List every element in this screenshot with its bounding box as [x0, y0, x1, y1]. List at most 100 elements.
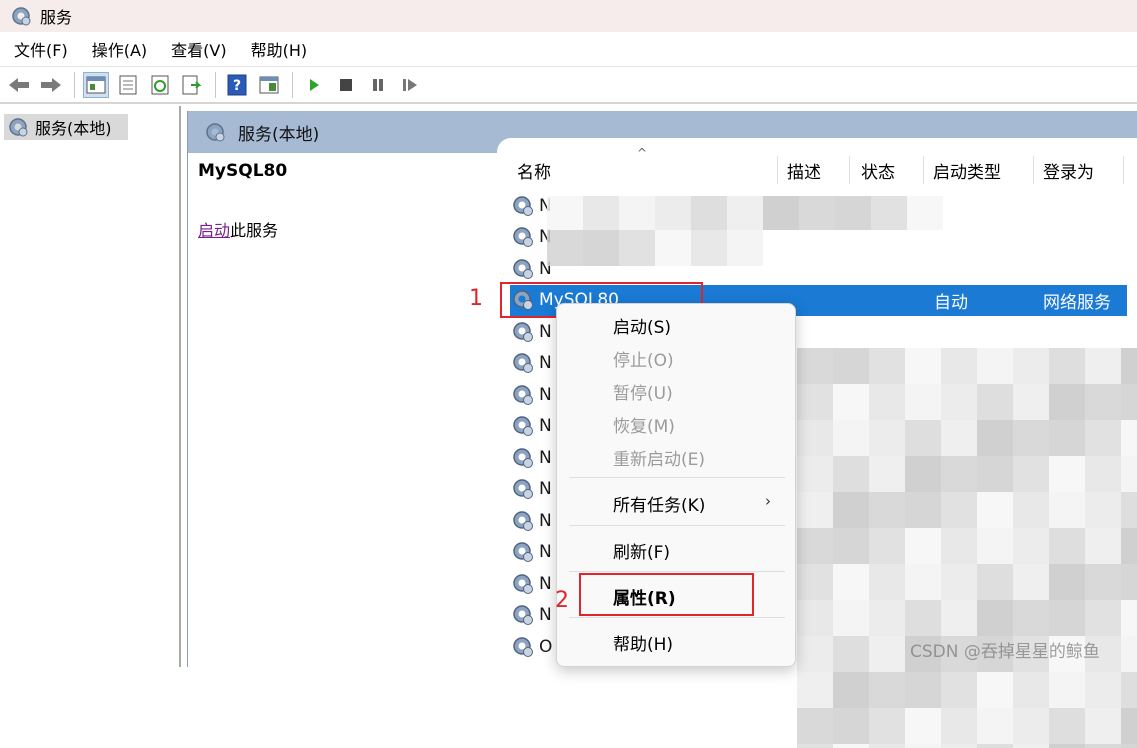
watermark: CSDN @吞掉星星的鲸鱼	[910, 642, 1100, 662]
export-list-icon[interactable]	[179, 72, 205, 98]
context-menu-separator	[569, 617, 785, 618]
mosaic-tile	[977, 708, 1013, 744]
mosaic-tile	[1013, 528, 1049, 564]
service-gear-icon	[510, 413, 536, 439]
mosaic-tile	[941, 420, 977, 456]
help-icon[interactable]: ?	[224, 72, 250, 98]
mosaic-tile	[1085, 708, 1121, 744]
context-menu-help[interactable]: 帮助(H)	[613, 627, 673, 657]
column-separator	[777, 156, 778, 184]
mosaic-tile	[1049, 564, 1085, 600]
start-service-icon[interactable]	[301, 72, 327, 98]
context-menu-pause: 暂停(U)	[613, 383, 673, 404]
mosaic-tile	[797, 564, 833, 600]
mosaic-tile	[1049, 420, 1085, 456]
mosaic-tile	[905, 456, 941, 492]
properties-sheet-icon[interactable]	[115, 72, 141, 98]
show-hide-console-tree-icon[interactable]	[83, 71, 109, 98]
main-header-label: 服务(本地)	[238, 124, 320, 145]
service-gear-icon	[510, 256, 536, 282]
column-header-status[interactable]: 状态	[861, 152, 895, 188]
start-service-link[interactable]: 启动	[198, 221, 230, 240]
annotation-box-2	[579, 573, 754, 616]
context-menu-refresh[interactable]: 刷新(F)	[613, 535, 670, 565]
context-menu-stop: 停止(O)	[613, 350, 674, 371]
context-menu-start[interactable]: 启动(S)	[613, 310, 671, 340]
mosaic-tile	[1085, 384, 1121, 420]
refresh-icon[interactable]	[147, 72, 173, 98]
back-arrow-icon[interactable]	[6, 72, 32, 98]
mosaic-tile	[1013, 672, 1049, 708]
mosaic-tile	[977, 456, 1013, 492]
stop-service-icon[interactable]	[333, 72, 359, 98]
menu-action[interactable]: 操作(A)	[92, 37, 147, 61]
mosaic-tile	[869, 708, 905, 744]
mosaic-tile	[833, 348, 869, 384]
mosaic-tile	[869, 384, 905, 420]
mosaic-tile	[1013, 456, 1049, 492]
toolbar-separator	[215, 71, 216, 98]
mosaic-tile	[727, 196, 763, 230]
column-header-description[interactable]: 描述	[787, 152, 821, 188]
service-gear-icon	[510, 445, 536, 471]
service-name: N	[539, 510, 552, 531]
service-name: N	[539, 542, 552, 562]
mosaic-tile	[941, 600, 977, 636]
mosaic-tile	[1121, 672, 1137, 708]
service-gear-icon	[510, 350, 536, 376]
mosaic-tile	[1049, 348, 1085, 384]
mosaic-tile	[1085, 528, 1121, 564]
mosaic-tile	[547, 196, 583, 230]
tree-node-label: 服务(本地)	[35, 119, 112, 138]
mosaic-tile	[1085, 744, 1121, 748]
start-service-suffix: 此服务	[230, 221, 279, 240]
mosaic-tile	[797, 600, 833, 636]
menu-file[interactable]: 文件(F)	[14, 37, 68, 61]
mosaic-tile	[691, 230, 727, 266]
mosaic-tile	[905, 564, 941, 600]
service-startup-type: 自动	[934, 292, 968, 313]
menu-help[interactable]: 帮助(H)	[251, 37, 308, 61]
services-gear-icon	[206, 123, 225, 142]
service-name: N	[539, 384, 552, 405]
mosaic-tile	[941, 744, 977, 748]
pause-service-icon[interactable]	[365, 72, 391, 98]
mosaic-tile	[1013, 348, 1049, 384]
mosaic-tile	[1049, 492, 1085, 528]
mosaic-tile	[1121, 564, 1137, 600]
column-header-startup-type[interactable]: 启动类型	[933, 152, 1001, 188]
mosaic-tile	[977, 420, 1013, 456]
service-gear-icon	[510, 508, 536, 534]
mosaic-tile	[1085, 600, 1121, 636]
mosaic-tile	[833, 708, 869, 744]
toolbar: ?	[0, 66, 1137, 104]
restart-service-icon[interactable]	[397, 72, 423, 98]
column-header-name[interactable]: 名称	[517, 152, 551, 188]
mosaic-tile	[1085, 456, 1121, 492]
mosaic-tile	[977, 348, 1013, 384]
submenu-chevron-icon: ›	[765, 492, 771, 510]
mosaic-tile	[869, 564, 905, 600]
service-gear-icon	[510, 539, 536, 565]
column-header-log-on-as[interactable]: 登录为	[1043, 152, 1094, 188]
mosaic-tile	[869, 672, 905, 708]
mosaic-tile	[869, 348, 905, 384]
forward-arrow-icon[interactable]	[38, 72, 64, 98]
mosaic-tile	[833, 528, 869, 564]
mosaic-tile	[727, 230, 763, 266]
console-tree: 服务(本地)	[0, 106, 181, 667]
service-gear-icon	[510, 476, 536, 502]
mosaic-tile	[833, 492, 869, 528]
context-menu-all-tasks[interactable]: 所有任务(K)	[613, 488, 705, 518]
toolbar-separator	[74, 71, 75, 98]
extended-view-icon[interactable]	[256, 72, 282, 98]
mosaic-tile	[799, 196, 835, 230]
tree-node-services-local[interactable]: 服务(本地)	[4, 114, 128, 140]
mosaic-tile	[869, 744, 905, 748]
mosaic-tile	[977, 744, 1013, 748]
mosaic-tile	[583, 230, 619, 266]
menu-view[interactable]: 查看(V)	[171, 37, 226, 61]
service-name: N	[539, 353, 552, 373]
column-separator	[1033, 156, 1034, 184]
services-gear-icon	[9, 118, 28, 137]
